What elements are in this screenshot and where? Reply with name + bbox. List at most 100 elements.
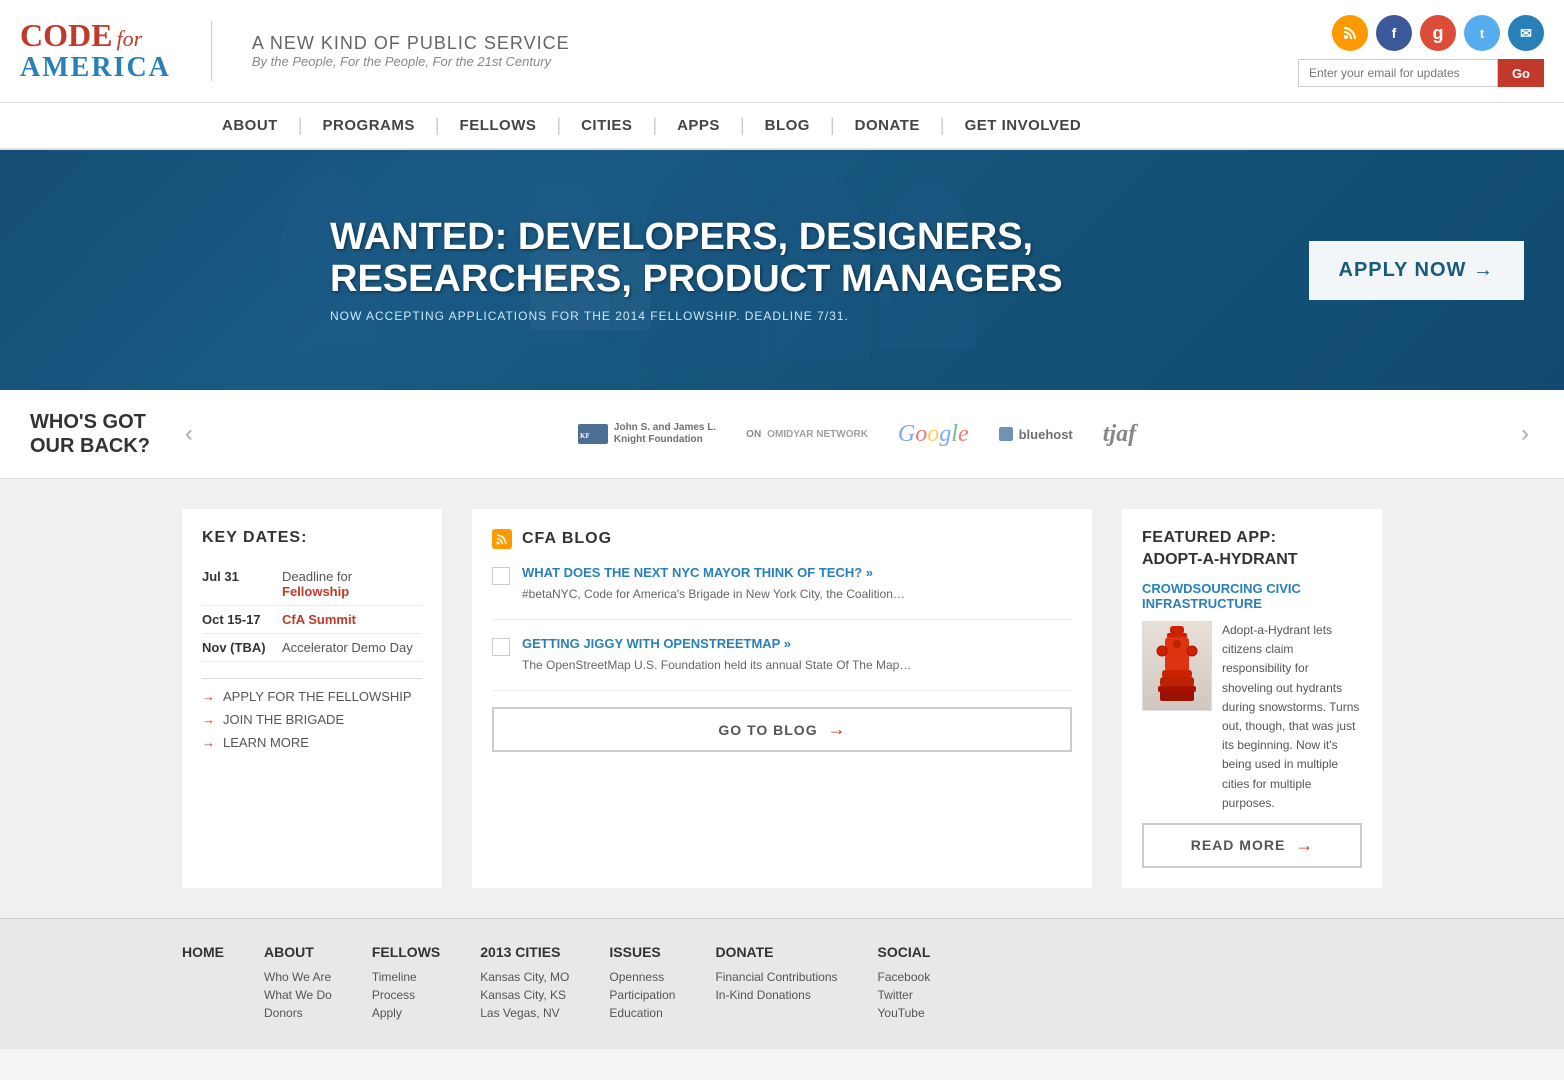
footer-participation[interactable]: Participation	[609, 988, 675, 1002]
join-brigade-link[interactable]: → JOIN THE BRIGADE	[202, 712, 422, 727]
post-checkbox-2[interactable]	[492, 638, 510, 656]
footer-youtube[interactable]: YouTube	[878, 1006, 931, 1020]
logo-divider	[211, 21, 212, 81]
date-oct-desc: CfA Summit	[282, 606, 422, 634]
footer-social: SOCIAL Facebook Twitter YouTube	[878, 944, 931, 1024]
apply-fellowship-link[interactable]: → APPLY FOR THE FELLOWSHIP	[202, 689, 422, 704]
facebook-icon[interactable]: f	[1376, 15, 1412, 51]
post-2-title[interactable]: GETTING JIGGY WITH OPENSTREETMAP »	[522, 636, 911, 651]
go-to-blog-button[interactable]: GO TO BLOG →	[492, 707, 1072, 752]
nav: ABOUT | PROGRAMS | FELLOWS | CITIES | AP…	[0, 103, 1564, 150]
hero-content: WANTED: DEVELOPERS, DESIGNERS,RESEARCHER…	[290, 150, 1564, 390]
footer-donors[interactable]: Donors	[264, 1006, 332, 1020]
svg-text:KF: KF	[580, 432, 590, 440]
footer-social-heading: SOCIAL	[878, 944, 931, 960]
sponsor-knight: KF John S. and James L.Knight Foundation	[578, 422, 716, 446]
key-dates-section: KEY DATES: Jul 31 Deadline for Fellowshi…	[182, 509, 442, 888]
footer-facebook[interactable]: Facebook	[878, 970, 931, 984]
logo-america: AMERICA	[20, 53, 171, 84]
blog-go-arrow-icon: →	[828, 719, 846, 740]
featured-app-section: FEATURED APP: ADOPT-A-HYDRANT CROWDSOURC…	[1122, 509, 1382, 888]
sponsors-next-button[interactable]: ›	[1516, 415, 1534, 453]
nav-get-involved[interactable]: GET INVOLVED	[945, 103, 1102, 148]
header-right: f g t ✉ Go	[1298, 15, 1544, 87]
blog-rss-icon	[492, 529, 512, 549]
logo-code: CODE	[20, 18, 112, 53]
sponsor-google: Google	[898, 421, 969, 448]
nav-donate[interactable]: DONATE	[835, 103, 940, 148]
sponsors-logos: KF John S. and James L.Knight Foundation…	[218, 421, 1496, 448]
blog-title: CFA BLOG	[522, 530, 612, 548]
blog-header: CFA BLOG	[492, 529, 1072, 549]
hero-title: WANTED: DEVELOPERS, DESIGNERS,RESEARCHER…	[330, 217, 1269, 301]
dates-divider	[202, 678, 422, 679]
hydrant-image	[1142, 621, 1212, 711]
sponsors-label: WHO'S GOTOUR BACK?	[30, 410, 150, 458]
footer-kc-mo[interactable]: Kansas City, MO	[480, 970, 569, 984]
footer-what-we-do[interactable]: What We Do	[264, 988, 332, 1002]
read-more-arrow-icon: →	[1295, 835, 1313, 856]
footer-about: ABOUT Who We Are What We Do Donors	[264, 944, 332, 1024]
learn-more-label: LEARN MORE	[223, 735, 309, 750]
email-input[interactable]	[1298, 59, 1498, 87]
logo[interactable]: CODE for AMERICA	[20, 18, 171, 84]
post-checkbox-1[interactable]	[492, 567, 510, 585]
join-brigade-label: JOIN THE BRIGADE	[223, 712, 344, 727]
blog-go-text: GO TO BLOG	[718, 722, 817, 738]
nav-cities[interactable]: CITIES	[561, 103, 652, 148]
footer-twitter[interactable]: Twitter	[878, 988, 931, 1002]
featured-app-name: ADOPT-A-HYDRANT	[1142, 551, 1362, 569]
read-more-button[interactable]: READ MORE →	[1142, 823, 1362, 868]
arrow-icon-2: →	[202, 712, 215, 727]
date-row-1: Jul 31 Deadline for Fellowship	[202, 563, 422, 606]
apply-now-button[interactable]: APPLY NOW →	[1309, 241, 1524, 300]
main-content: KEY DATES: Jul 31 Deadline for Fellowshi…	[0, 479, 1564, 918]
go-button[interactable]: Go	[1498, 59, 1544, 87]
footer-donate: DONATE Financial Contributions In-Kind D…	[715, 944, 837, 1024]
rss-icon[interactable]	[1332, 15, 1368, 51]
logo-text: CODE for AMERICA	[20, 18, 171, 84]
sponsor-bluehost: bluehost	[999, 427, 1073, 442]
nav-about[interactable]: ABOUT	[202, 103, 298, 148]
footer-process[interactable]: Process	[372, 988, 440, 1002]
post-1-title[interactable]: WHAT DOES THE NEXT NYC MAYOR THINK OF TE…	[522, 565, 905, 580]
blog-section: CFA BLOG WHAT DOES THE NEXT NYC MAYOR TH…	[472, 509, 1092, 888]
footer-donate-heading: DONATE	[715, 944, 837, 960]
footer-openness[interactable]: Openness	[609, 970, 675, 984]
footer-financial[interactable]: Financial Contributions	[715, 970, 837, 984]
post-1-content: WHAT DOES THE NEXT NYC MAYOR THINK OF TE…	[522, 565, 905, 603]
nav-inner: ABOUT | PROGRAMS | FELLOWS | CITIES | AP…	[182, 103, 1382, 148]
footer-fellows-heading: FELLOWS	[372, 944, 440, 960]
google-icon[interactable]: g	[1420, 15, 1456, 51]
social-icons: f g t ✉	[1332, 15, 1544, 51]
sponsors-prev-button[interactable]: ‹	[180, 415, 198, 453]
nav-blog[interactable]: BLOG	[745, 103, 830, 148]
key-dates-title: KEY DATES:	[202, 529, 422, 547]
post-1-excerpt: #betaNYC, Code for America's Brigade in …	[522, 585, 905, 603]
apply-fellowship-label: APPLY FOR THE FELLOWSHIP	[223, 689, 412, 704]
footer-kc-ks[interactable]: Kansas City, KS	[480, 988, 569, 1002]
dates-table: Jul 31 Deadline for Fellowship Oct 15-17…	[202, 563, 422, 662]
fellowship-link[interactable]: Fellowship	[282, 584, 349, 599]
footer: HOME ABOUT Who We Are What We Do Donors …	[0, 918, 1564, 1049]
email-icon[interactable]: ✉	[1508, 15, 1544, 51]
nav-programs[interactable]: PROGRAMS	[303, 103, 435, 148]
featured-app-link[interactable]: CROWDSOURCING CIVIC INFRASTRUCTURE	[1142, 581, 1362, 611]
footer-education[interactable]: Education	[609, 1006, 675, 1020]
footer-las-vegas[interactable]: Las Vegas, NV	[480, 1006, 569, 1020]
twitter-icon[interactable]: t	[1464, 15, 1500, 51]
app-description: Adopt-a-Hydrant lets citizens claim resp…	[1222, 621, 1362, 813]
footer-in-kind[interactable]: In-Kind Donations	[715, 988, 837, 1002]
blog-post-1: WHAT DOES THE NEXT NYC MAYOR THINK OF TE…	[492, 565, 1072, 620]
tagline-main: A NEW KIND OF PUBLIC SERVICE	[252, 33, 570, 54]
main-inner: KEY DATES: Jul 31 Deadline for Fellowshi…	[182, 509, 1382, 888]
nav-fellows[interactable]: FELLOWS	[440, 103, 557, 148]
cfa-summit-link[interactable]: CfA Summit	[282, 612, 356, 627]
footer-apply[interactable]: Apply	[372, 1006, 440, 1020]
footer-timeline[interactable]: Timeline	[372, 970, 440, 984]
learn-more-link[interactable]: → LEARN MORE	[202, 735, 422, 750]
hero-banner: WANTED: DEVELOPERS, DESIGNERS,RESEARCHER…	[0, 150, 1564, 390]
date-row-2: Oct 15-17 CfA Summit	[202, 606, 422, 634]
footer-who-we-are[interactable]: Who We Are	[264, 970, 332, 984]
nav-apps[interactable]: APPS	[657, 103, 740, 148]
